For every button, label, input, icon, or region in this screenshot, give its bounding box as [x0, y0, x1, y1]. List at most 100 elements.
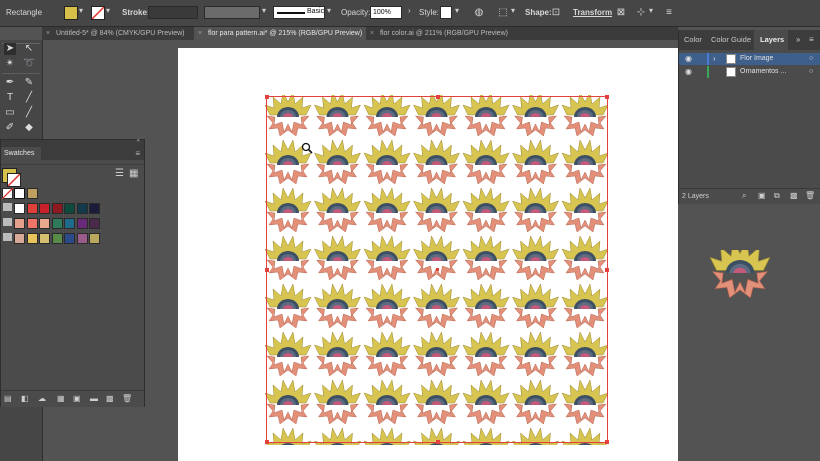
- color-swatch[interactable]: [89, 203, 100, 214]
- expand-layer-chevron-icon[interactable]: ›: [713, 53, 716, 65]
- color-swatch[interactable]: [39, 233, 50, 244]
- selection-tool-icon[interactable]: ➤: [4, 43, 16, 55]
- bbox-handle[interactable]: [436, 440, 440, 444]
- color-swatch[interactable]: [64, 218, 75, 229]
- close-tab-icon[interactable]: ×: [198, 27, 202, 40]
- lasso-tool-icon[interactable]: ➰: [23, 58, 35, 70]
- bbox-handle[interactable]: [605, 440, 609, 444]
- bbox-handle[interactable]: [436, 95, 440, 99]
- color-swatch[interactable]: [76, 203, 88, 214]
- new-swatch-icon[interactable]: ▩: [106, 394, 114, 403]
- swatch-group-folder-icon[interactable]: [3, 203, 12, 211]
- transform-chevron-icon[interactable]: ▾: [649, 6, 653, 15]
- color-swatch[interactable]: [89, 233, 100, 244]
- tab-swatches[interactable]: Swatches: [1, 147, 41, 160]
- new-color-group-icon[interactable]: ▬: [90, 394, 98, 403]
- pattern-swatch[interactable]: [27, 188, 38, 199]
- color-swatch[interactable]: [39, 203, 50, 214]
- collapse-panel-icon[interactable]: »: [796, 35, 800, 44]
- swatch-options-icon[interactable]: ▣: [73, 394, 81, 403]
- bbox-handle[interactable]: [265, 268, 269, 272]
- line-segment-tool-icon[interactable]: ╱: [23, 92, 35, 104]
- color-swatch[interactable]: [14, 233, 25, 244]
- tab-layers[interactable]: Layers: [754, 30, 788, 50]
- align-chevron-icon[interactable]: ▾: [511, 6, 515, 15]
- curvature-tool-icon[interactable]: ✎: [23, 77, 35, 89]
- locate-object-icon[interactable]: ⌕: [742, 191, 746, 201]
- transform-icon[interactable]: ⊹: [634, 6, 648, 20]
- target-circle-icon[interactable]: ○: [809, 66, 813, 78]
- none-swatch[interactable]: [2, 188, 13, 199]
- stroke-weight-field[interactable]: [148, 6, 198, 19]
- tab-flor-para-pattern[interactable]: × flor para pattern.ai* @ 215% (RGB/GPU P…: [194, 27, 366, 40]
- visibility-eye-icon[interactable]: ◉: [685, 66, 692, 78]
- layer-name[interactable]: Flor Image: [740, 53, 773, 65]
- delete-layer-icon[interactable]: 🗑: [805, 191, 815, 200]
- panel-menu-icon[interactable]: ≡: [135, 149, 140, 158]
- stroke-dropdown-chevron-icon[interactable]: ▾: [106, 6, 110, 15]
- eraser-tool-icon[interactable]: ◆: [23, 122, 35, 134]
- color-swatch[interactable]: [89, 218, 100, 229]
- show-swatch-kinds-icon[interactable]: ▦: [57, 394, 65, 403]
- flower-preview[interactable]: [709, 239, 771, 300]
- registration-swatch[interactable]: [14, 188, 25, 199]
- new-layer-icon[interactable]: ▩: [790, 191, 798, 200]
- transform-link[interactable]: Transform: [573, 8, 612, 17]
- stroke-swatch[interactable]: [91, 6, 105, 20]
- magic-wand-tool-icon[interactable]: ✴: [4, 58, 16, 70]
- panel-drag-bar[interactable]: «: [1, 138, 144, 147]
- color-swatch[interactable]: [14, 218, 25, 229]
- style-dropdown-chevron-icon[interactable]: ▾: [455, 6, 459, 15]
- shape-label[interactable]: Shape:: [525, 8, 552, 17]
- collapse-panel-icon[interactable]: «: [137, 138, 140, 144]
- swatch-group-folder-icon[interactable]: [3, 233, 12, 241]
- tab-color[interactable]: Color: [684, 30, 702, 50]
- clipping-mask-icon[interactable]: ▣: [758, 191, 766, 200]
- fill-dropdown-chevron-icon[interactable]: ▾: [79, 6, 83, 15]
- color-swatch[interactable]: [76, 218, 88, 229]
- delete-swatch-icon[interactable]: 🗑: [122, 394, 132, 403]
- color-swatch[interactable]: [64, 203, 75, 214]
- color-swatch[interactable]: [26, 203, 38, 214]
- bbox-handle[interactable]: [265, 95, 269, 99]
- layer-row-flor-image[interactable]: ◉ › Flor Image ○: [679, 53, 820, 65]
- color-swatch[interactable]: [51, 218, 63, 229]
- paintbrush-tool-icon[interactable]: ╱: [23, 107, 35, 119]
- stroke-indicator[interactable]: [7, 173, 21, 187]
- cloud-library-icon[interactable]: ☁: [38, 394, 46, 403]
- new-sublayer-icon[interactable]: ⧉: [774, 191, 780, 201]
- shaper-tool-icon[interactable]: ✐: [4, 122, 16, 134]
- pen-tool-icon[interactable]: ✒: [4, 77, 16, 89]
- list-view-icon[interactable]: ☰: [115, 168, 124, 179]
- color-swatch[interactable]: [76, 233, 88, 244]
- control-menu-icon[interactable]: ≡: [662, 6, 676, 20]
- panel-menu-icon[interactable]: ≡: [809, 35, 814, 44]
- color-swatch[interactable]: [64, 233, 75, 244]
- selection-bounding-box[interactable]: [265, 95, 609, 444]
- color-swatch[interactable]: [14, 203, 25, 214]
- align-icon[interactable]: ⬚: [496, 6, 510, 20]
- rectangle-tool-icon[interactable]: ▭: [4, 107, 16, 119]
- bbox-handle[interactable]: [605, 95, 609, 99]
- add-to-library-icon[interactable]: ◧: [21, 394, 29, 403]
- fill-swatch[interactable]: [64, 6, 78, 20]
- graphic-style-swatch[interactable]: [440, 6, 452, 19]
- color-swatch[interactable]: [26, 233, 38, 244]
- opacity-flyout-chevron-icon[interactable]: ›: [408, 6, 411, 15]
- swatch-group-folder-icon[interactable]: [3, 218, 12, 226]
- color-swatch[interactable]: [26, 218, 38, 229]
- bbox-handle[interactable]: [265, 440, 269, 444]
- target-circle-icon[interactable]: ○: [809, 53, 813, 65]
- color-swatch[interactable]: [39, 218, 50, 229]
- variable-width-profile[interactable]: [204, 6, 260, 19]
- close-tab-icon[interactable]: ×: [46, 27, 50, 40]
- tab-color-guide[interactable]: Color Guide: [711, 30, 751, 50]
- direct-selection-tool-icon[interactable]: ↖: [23, 43, 35, 55]
- thumbnail-view-icon[interactable]: ▦: [129, 168, 138, 179]
- tab-flor-color[interactable]: × flor color.ai @ 211% (RGB/GPU Preview): [366, 27, 526, 40]
- opacity-field[interactable]: 100%: [370, 6, 402, 19]
- isolate-group-icon[interactable]: ⊠: [614, 6, 628, 20]
- close-tab-icon[interactable]: ×: [370, 27, 374, 40]
- swatch-libraries-menu-icon[interactable]: ▤: [4, 394, 12, 403]
- tab-untitled-5[interactable]: × Untitled-5* @ 84% (CMYK/GPU Preview): [42, 27, 194, 40]
